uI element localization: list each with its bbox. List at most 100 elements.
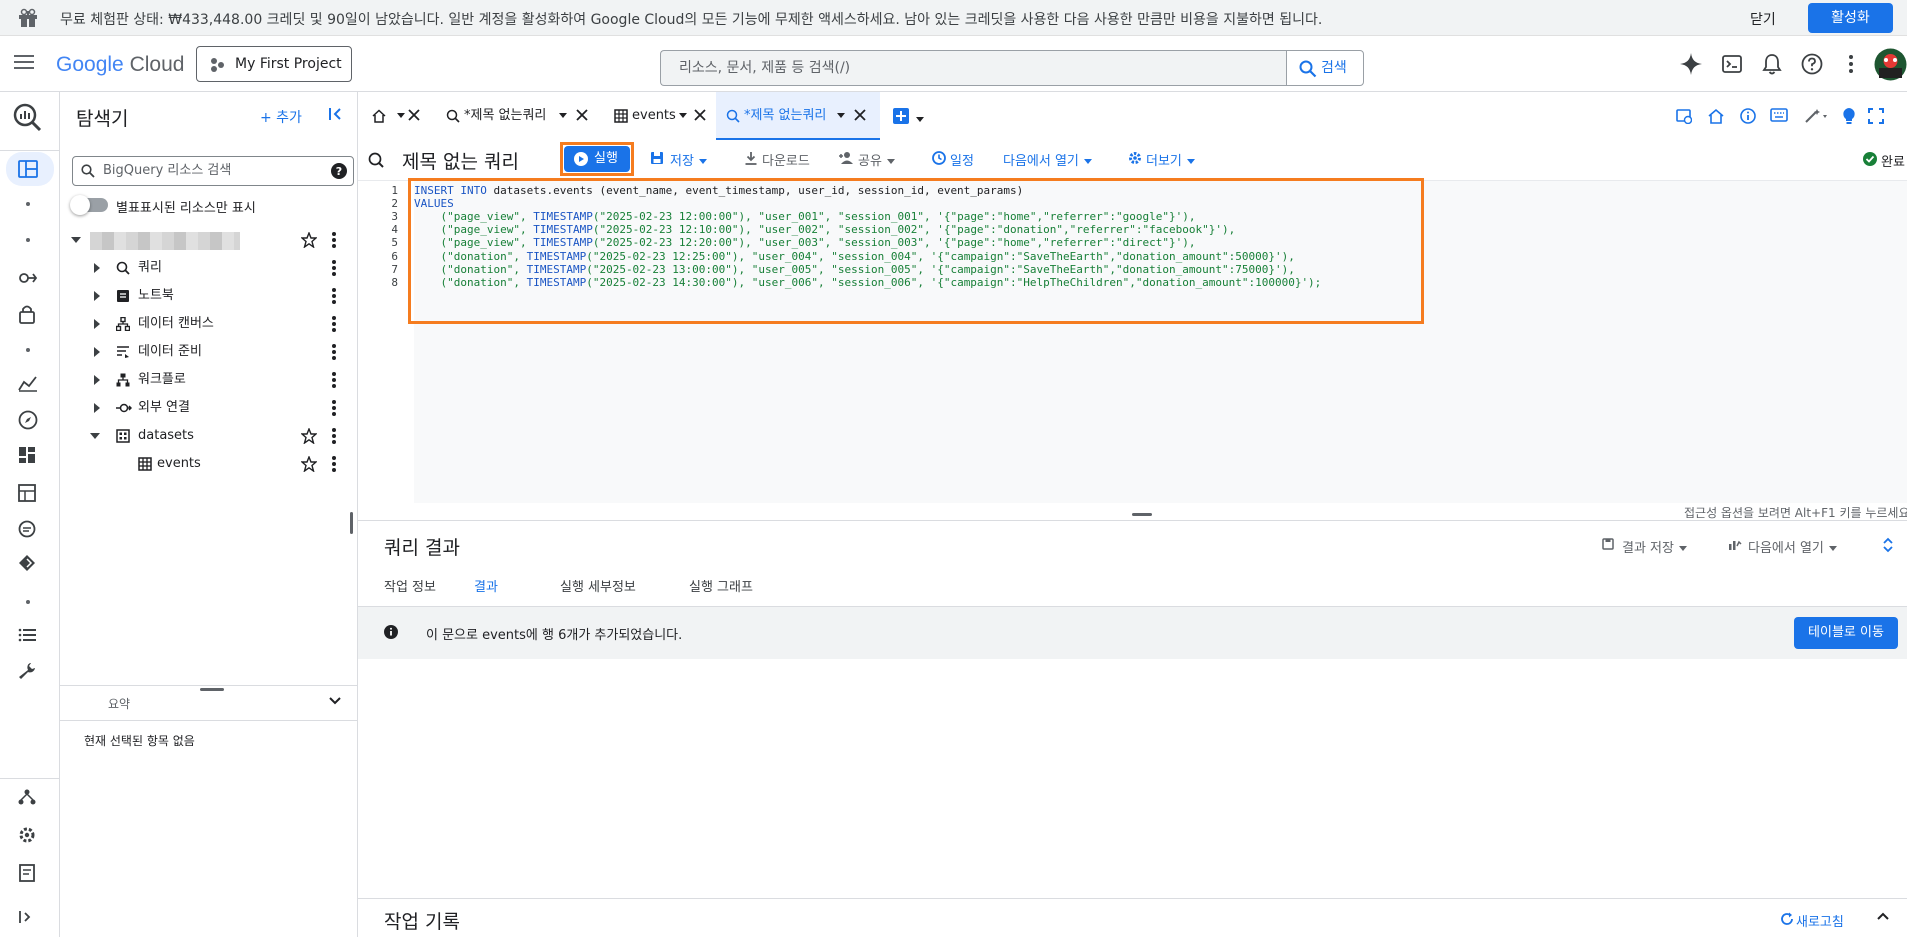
star-icon[interactable] — [301, 456, 317, 472]
info-icon[interactable] — [1740, 108, 1756, 124]
save-menu-button[interactable]: 저장 — [650, 150, 707, 169]
new-tab-icon[interactable] — [893, 108, 909, 124]
tree-item-datasets[interactable]: datasets — [60, 424, 350, 448]
expand-arrow-icon[interactable] — [94, 319, 100, 329]
tab-events[interactable]: events — [614, 92, 714, 140]
collapse-arrow-icon[interactable] — [90, 433, 100, 439]
save-results-button[interactable]: 결과 저장 — [1602, 537, 1687, 556]
global-search-input[interactable]: 리소스, 문서, 제품 등 검색(/) — [660, 50, 1286, 86]
rail-item-dot[interactable] — [26, 600, 30, 604]
collapse-panel-icon[interactable] — [328, 106, 344, 122]
tab-home[interactable] — [372, 92, 422, 140]
search-button[interactable]: 검색 — [1286, 50, 1364, 86]
tab-untitled-query-1[interactable]: *제목 없는쿼리 — [446, 92, 594, 140]
hierarchy-icon[interactable] — [18, 788, 36, 806]
explorer-add-button[interactable]: + 추가 — [260, 107, 302, 127]
data-transfer-icon[interactable] — [18, 270, 38, 286]
activate-button[interactable]: 활성화 — [1808, 3, 1893, 33]
list-icon[interactable] — [18, 628, 36, 642]
chevron-down-icon[interactable] — [328, 696, 342, 706]
more-actions-icon[interactable] — [332, 344, 336, 360]
share-menu-button[interactable]: 공유 — [838, 150, 895, 169]
lightbulb-icon[interactable] — [1842, 107, 1856, 125]
more-options-icon[interactable] — [1848, 54, 1854, 74]
star-icon[interactable] — [301, 232, 317, 248]
help-icon[interactable]: ? — [331, 163, 347, 179]
avatar[interactable] — [1874, 48, 1907, 81]
more-actions-icon[interactable] — [332, 232, 336, 248]
tree-item-events[interactable]: events — [60, 452, 350, 476]
notifications-icon[interactable] — [1762, 53, 1782, 75]
lock-icon[interactable] — [18, 304, 36, 324]
expand-arrow-icon[interactable] — [94, 291, 100, 301]
keyboard-icon[interactable] — [1770, 108, 1788, 122]
more-actions-icon[interactable] — [332, 260, 336, 276]
more-menu-button[interactable]: 더보기 — [1128, 150, 1195, 169]
rail-item-dot[interactable] — [26, 238, 30, 242]
refresh-button[interactable]: 새로고침 — [1780, 911, 1844, 930]
settings-icon[interactable] — [18, 826, 36, 844]
expand-arrow-icon[interactable] — [94, 263, 100, 273]
close-icon[interactable] — [576, 109, 588, 121]
tree-item-workflow[interactable]: 워크플로 — [60, 368, 350, 392]
project-picker-button[interactable]: My First Project — [196, 46, 352, 82]
fullscreen-icon[interactable] — [1868, 108, 1884, 124]
expand-arrow-icon[interactable] — [94, 347, 100, 357]
magic-wand-icon[interactable] — [1804, 108, 1830, 124]
help-icon[interactable] — [1801, 53, 1823, 75]
tree-item-notebook[interactable]: 노트북 — [60, 284, 350, 308]
editor-resize-handle[interactable] — [1132, 513, 1152, 516]
rail-item-dot[interactable] — [26, 348, 30, 352]
dashboard-icon[interactable] — [18, 446, 36, 464]
line-number: 5 — [391, 236, 398, 250]
gemini-icon[interactable] — [1680, 53, 1702, 75]
panel-resize-handle[interactable] — [350, 512, 353, 534]
close-icon[interactable] — [854, 109, 866, 121]
starred-only-toggle[interactable] — [70, 195, 108, 215]
home-icon[interactable] — [1708, 108, 1724, 124]
schedule-button[interactable]: 일정 — [932, 150, 974, 169]
diamond-icon[interactable] — [18, 554, 36, 572]
schedule-view-icon[interactable] — [1676, 108, 1692, 124]
bigquery-icon[interactable] — [12, 102, 42, 132]
more-actions-icon[interactable] — [332, 288, 336, 304]
tree-project-row[interactable] — [60, 228, 350, 252]
more-actions-icon[interactable] — [332, 372, 336, 388]
open-in-menu-button[interactable]: 다음에서 열기 — [1003, 150, 1092, 169]
tab-untitled-query-active[interactable]: *제목 없는쿼리 — [716, 92, 880, 140]
caret-down-icon[interactable] — [916, 112, 924, 127]
tree-item-external-connection[interactable]: 외부 연결 — [60, 396, 350, 420]
explorer-search-input[interactable]: BigQuery 리소스 검색 ? — [72, 156, 354, 186]
expand-rail-icon[interactable] — [18, 910, 34, 924]
banner-close-link[interactable]: 닫기 — [1750, 9, 1776, 29]
tree-item-data-canvas[interactable]: 데이터 캔버스 — [60, 312, 350, 336]
menu-icon[interactable] — [14, 54, 34, 70]
notes-icon[interactable] — [18, 864, 36, 882]
monitoring-icon[interactable] — [18, 376, 38, 392]
more-actions-icon[interactable] — [332, 428, 336, 444]
tree-item-data-prep[interactable]: 데이터 준비 — [60, 340, 350, 364]
go-to-table-button[interactable]: 테이블로 이동 — [1794, 617, 1898, 649]
wrench-icon[interactable] — [18, 662, 36, 680]
cloud-shell-icon[interactable] — [1722, 54, 1742, 74]
results-open-in-button[interactable]: 다음에서 열기 — [1728, 537, 1837, 556]
more-actions-icon[interactable] — [332, 456, 336, 472]
table-view-icon[interactable] — [18, 484, 36, 502]
chat-icon[interactable] — [18, 520, 36, 538]
close-icon[interactable] — [694, 109, 706, 121]
google-cloud-logo[interactable]: Google Cloud — [56, 53, 184, 77]
expand-collapse-icon[interactable] — [1882, 537, 1894, 553]
more-actions-icon[interactable] — [332, 400, 336, 416]
close-icon[interactable] — [408, 109, 420, 121]
expand-arrow-icon[interactable] — [94, 375, 100, 385]
more-actions-icon[interactable] — [332, 316, 336, 332]
tree-item-query[interactable]: 쿼리 — [60, 256, 350, 280]
expand-arrow-icon[interactable] — [71, 237, 81, 243]
compass-icon[interactable] — [18, 410, 38, 430]
expand-arrow-icon[interactable] — [94, 403, 100, 413]
star-icon[interactable] — [301, 428, 317, 444]
summary-resize-handle[interactable] — [200, 688, 224, 691]
chevron-up-icon[interactable] — [1876, 911, 1890, 921]
download-button[interactable]: 다운로드 — [744, 150, 810, 169]
rail-item-dot[interactable] — [26, 202, 30, 206]
